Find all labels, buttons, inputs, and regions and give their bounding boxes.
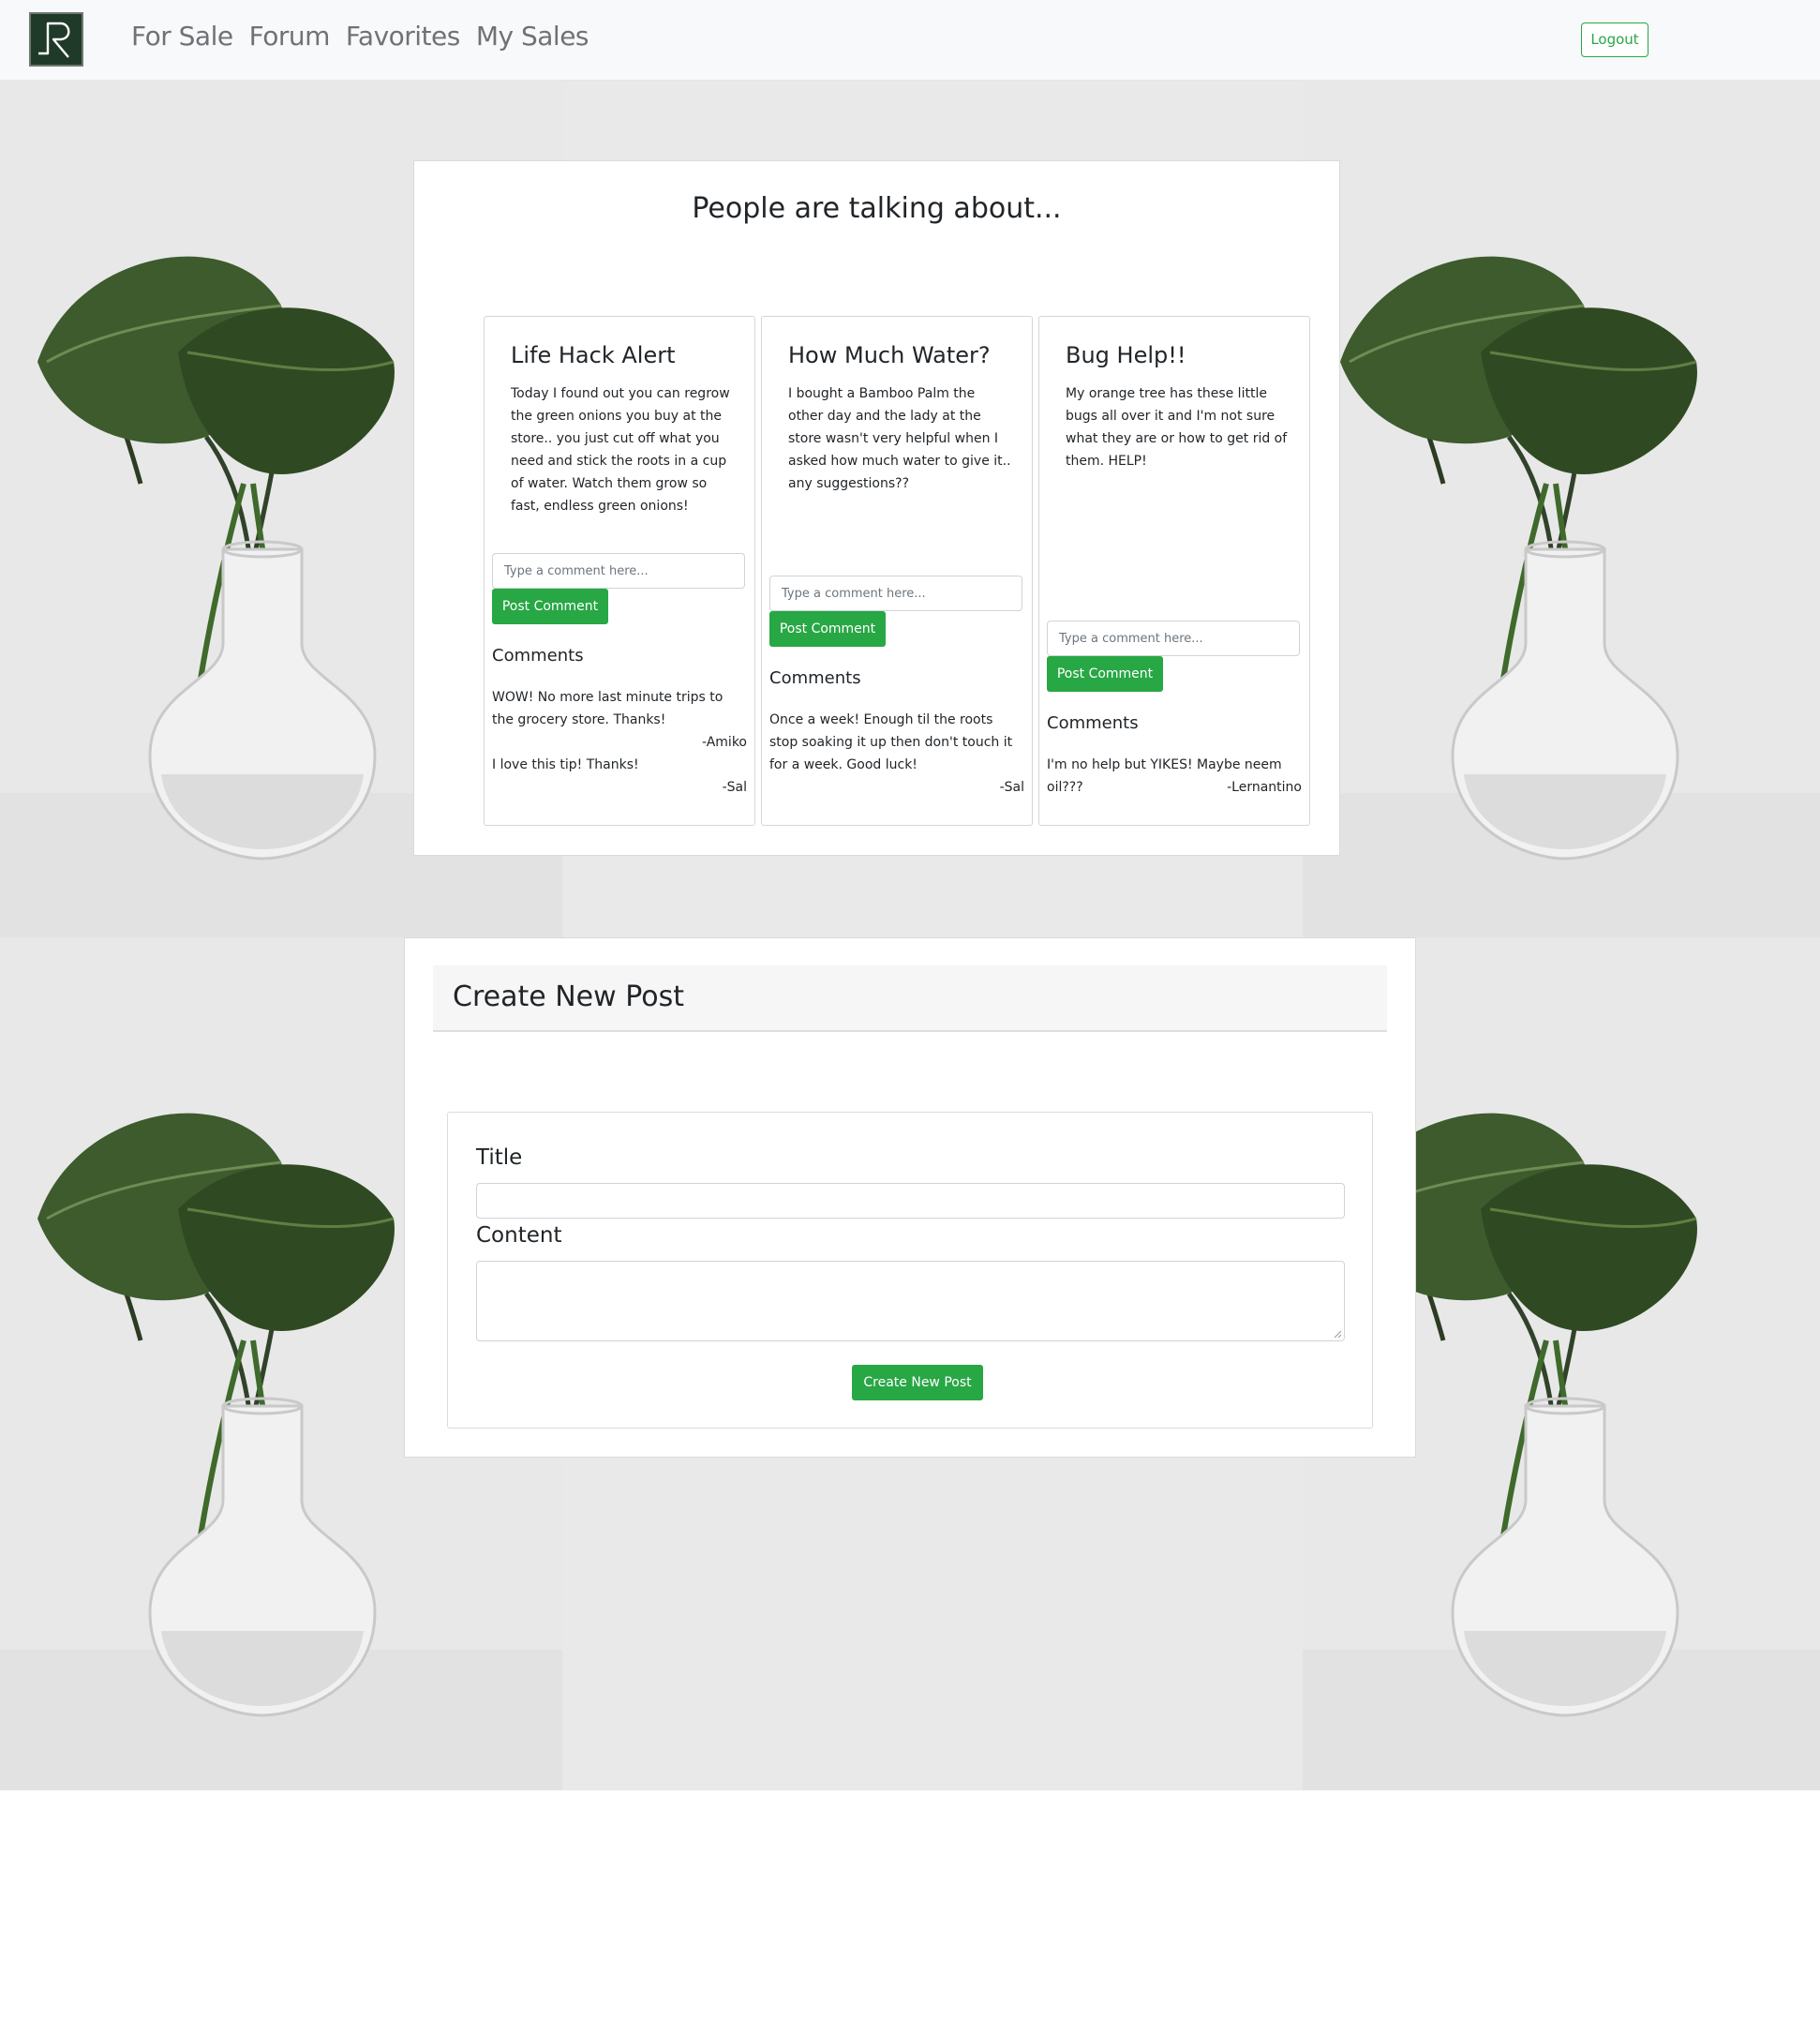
content-label: Content (476, 1223, 562, 1248)
logout-button[interactable]: Logout (1581, 22, 1648, 57)
forum-heading: People are talking about... (692, 192, 1062, 225)
comments-heading: Comments (492, 646, 584, 666)
nav-link-favorites[interactable]: Favorites (346, 19, 460, 54)
create-post-card: Create New Post Title Content Create New… (404, 937, 1416, 1458)
create-new-post-button[interactable]: Create New Post (852, 1365, 983, 1400)
comment-author: -Sal (722, 780, 747, 795)
forum-card: People are talking about... Life Hack Al… (413, 160, 1340, 856)
post-card: Life Hack Alert Today I found out you ca… (484, 316, 755, 826)
post-comment-button[interactable]: Post Comment (1047, 656, 1163, 692)
navbar: For Sale Forum Favorites My Sales Logout (0, 0, 1820, 81)
post-card: Bug Help!! My orange tree has these litt… (1038, 316, 1310, 826)
post-body: My orange tree has these little bugs all… (1066, 386, 1288, 469)
content-textarea[interactable] (476, 1261, 1345, 1341)
post-title: How Much Water? (788, 342, 991, 368)
post-title: Life Hack Alert (511, 342, 676, 368)
nav-links: For Sale Forum Favorites My Sales (131, 19, 589, 54)
comment-input[interactable] (1047, 621, 1300, 656)
nav-link-my-sales[interactable]: My Sales (476, 19, 589, 54)
comment-author: -Lernantino (1227, 780, 1302, 795)
comment-input[interactable] (492, 553, 745, 589)
leaf-r-logo-icon[interactable] (29, 12, 83, 67)
title-label: Title (476, 1145, 523, 1170)
comments-heading: Comments (769, 668, 861, 688)
nav-link-forum[interactable]: Forum (249, 19, 331, 54)
comment-text: WOW! No more last minute trips to the gr… (492, 690, 724, 727)
comments-heading: Comments (1047, 713, 1139, 733)
post-title: Bug Help!! (1066, 342, 1186, 368)
comment-text: Once a week! Enough til the roots stop s… (769, 712, 1013, 772)
post-comment-button[interactable]: Post Comment (492, 589, 608, 624)
comment-author: -Amiko (701, 735, 747, 750)
resize-grip-icon[interactable] (1334, 1330, 1342, 1339)
post-card: How Much Water? I bought a Bamboo Palm t… (761, 316, 1033, 826)
create-post-form: Title Content Create New Post (447, 1112, 1373, 1429)
nav-link-for-sale[interactable]: For Sale (131, 19, 233, 54)
plant-vase-image (1303, 81, 1820, 937)
post-body: Today I found out you can regrow the gre… (511, 386, 730, 514)
title-input[interactable] (476, 1183, 1345, 1219)
create-post-heading: Create New Post (453, 980, 684, 1013)
comment-author: -Sal (999, 780, 1024, 795)
comment-text: I love this tip! Thanks! (492, 757, 639, 772)
post-body: I bought a Bamboo Palm the other day and… (788, 386, 1011, 491)
post-comment-button[interactable]: Post Comment (769, 611, 886, 647)
create-post-header: Create New Post (433, 965, 1387, 1032)
comment-input[interactable] (769, 576, 1022, 611)
